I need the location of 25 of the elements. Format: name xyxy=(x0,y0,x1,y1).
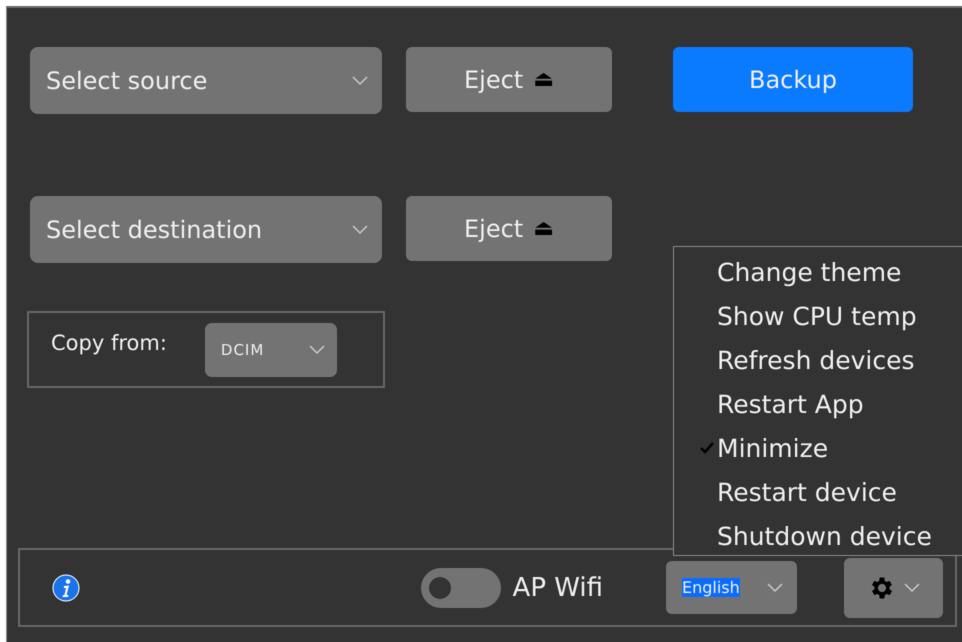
menu-item[interactable]: Show CPU temp xyxy=(674,294,962,338)
copy-from-label: Copy from: xyxy=(51,330,167,354)
chevron-down-icon xyxy=(904,582,920,592)
chevron-down-icon xyxy=(767,582,783,592)
chevron-down-icon xyxy=(352,224,368,234)
eject-button[interactable]: Eject ⏏ xyxy=(406,196,612,261)
menu-item[interactable]: Restart device xyxy=(674,470,962,514)
chevron-down-icon xyxy=(308,344,325,354)
settings-button[interactable] xyxy=(844,558,943,618)
dropdown-text: Select destination xyxy=(46,216,262,244)
language-dropdown[interactable]: English xyxy=(666,561,797,614)
folder-dropdown[interactable]: DCIM xyxy=(204,322,337,376)
menu-item[interactable]: Shutdown device xyxy=(674,514,962,558)
dropdown[interactable]: Select source xyxy=(30,47,382,114)
chevron-down-icon xyxy=(352,76,368,86)
toggle-switch[interactable] xyxy=(420,568,501,608)
info-icon[interactable] xyxy=(52,574,80,602)
menu-item[interactable]: Restart App xyxy=(674,382,962,426)
menu-item[interactable]: Refresh devices xyxy=(674,338,962,382)
menu-item[interactable]: Change theme xyxy=(674,250,962,294)
eject-button[interactable]: Eject ⏏ xyxy=(406,47,612,112)
menu-item[interactable]: Minimize xyxy=(674,426,962,470)
dropdown[interactable]: Select destination xyxy=(30,196,382,263)
dropdown-text: Select source xyxy=(46,66,208,94)
ap-wifi-label: AP Wifi xyxy=(512,572,603,602)
